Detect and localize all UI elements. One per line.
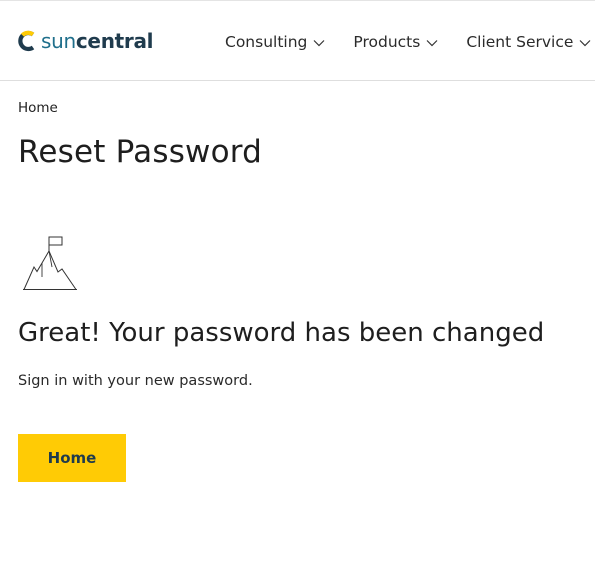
nav-item-label: Products: [353, 33, 421, 51]
suncentral-logo[interactable]: suncentral: [18, 29, 154, 53]
mountain-flag-icon: [23, 236, 77, 290]
page-title: Reset Password: [18, 134, 263, 170]
success-heading: Great! Your password has been changed: [18, 318, 545, 348]
chevron-down-icon: [426, 40, 438, 47]
nav-item-products[interactable]: Products: [353, 33, 438, 51]
site-header: suncentral Consulting Products Client Se…: [0, 0, 595, 81]
logo-wordmark: suncentral: [41, 29, 154, 53]
logo-text-central: central: [75, 29, 154, 53]
nav-item-consulting[interactable]: Consulting: [225, 33, 325, 51]
main-nav: Consulting Products Client Service: [225, 33, 591, 51]
chevron-down-icon: [579, 40, 591, 47]
nav-item-label: Client Service: [466, 33, 574, 51]
home-button[interactable]: Home: [18, 434, 126, 482]
breadcrumb-home-link[interactable]: Home: [18, 100, 58, 116]
chevron-down-icon: [313, 40, 325, 47]
nav-item-label: Consulting: [225, 33, 308, 51]
logo-mark-icon: [18, 30, 35, 52]
logo-text-sun: sun: [41, 29, 76, 53]
nav-item-client-service[interactable]: Client Service: [466, 33, 591, 51]
success-message: Sign in with your new password.: [18, 373, 253, 389]
